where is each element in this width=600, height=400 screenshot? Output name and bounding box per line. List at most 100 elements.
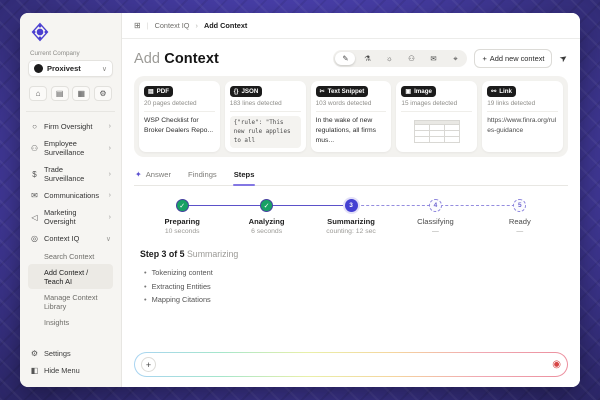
context-iq-icon: ◎	[30, 234, 39, 243]
mode-segmented-control: ✎ ⚗ ☼ ⚇ ✉ ⌖	[333, 50, 467, 67]
page-header: Add Context ✎ ⚗ ☼ ⚇ ✉ ⌖ + Add new contex…	[122, 39, 580, 76]
chat-input[interactable]	[161, 360, 547, 369]
list-item-text: Extracting Entities	[152, 282, 211, 291]
sidebar-item-communications[interactable]: ✉ Communications ›	[28, 187, 113, 204]
detected-count: 103 words detected	[316, 100, 387, 112]
sidebar-item-search-context[interactable]: Search Context	[28, 248, 113, 264]
company-label: Current Company	[30, 50, 113, 57]
braces-icon: {}	[234, 89, 239, 95]
mode-pen-button[interactable]: ✎	[335, 52, 355, 65]
context-iq-subnav: Search Context Add Context / Teach AI Ma…	[28, 248, 113, 330]
firm-oversight-icon: ○	[30, 122, 39, 131]
check-icon: ✓	[260, 199, 273, 212]
mode-move-button[interactable]: ⌖	[445, 52, 465, 65]
sidebar-item-context-iq[interactable]: ◎ Context IQ ∨	[28, 230, 113, 247]
sidebar-item-add-context[interactable]: Add Context / Teach AI	[28, 264, 113, 289]
home-button[interactable]: ⌂	[29, 86, 47, 101]
tab-answer[interactable]: ✦ Answer	[134, 166, 172, 185]
move-icon: ⌖	[453, 54, 457, 64]
progress-stepper: ✓ Preparing 10 seconds ✓ Analyzing 6 sec…	[140, 199, 562, 235]
list-item: • Extracting Entities	[144, 282, 562, 291]
chat-icon: ✉	[430, 54, 436, 63]
step-label: Ready	[478, 217, 562, 226]
card-image[interactable]: ▣ Image 15 images detected	[396, 81, 477, 152]
tab-findings[interactable]: Findings	[187, 166, 218, 185]
badge-label: JSON	[241, 88, 258, 95]
page-title-main: Context	[164, 51, 219, 67]
mode-microscope-button[interactable]: ⚗	[357, 52, 377, 65]
sidebar-item-settings[interactable]: ⚙ Settings	[28, 345, 113, 362]
card-json[interactable]: {} JSON 183 lines detected {"rule": "Thi…	[225, 81, 306, 152]
step-duration: counting: 12 sec	[309, 228, 393, 235]
company-name: Proxivest	[47, 64, 98, 73]
company-selector[interactable]: Proxivest ∨	[28, 60, 113, 77]
step-number: 3	[345, 199, 358, 212]
tab-label: Steps	[234, 170, 255, 179]
sidebar-item-employee-surveillance[interactable]: ⚇ Employee Surveillance ›	[28, 135, 113, 161]
card-text-snippet[interactable]: ✂ Text Snippet 103 words detected In the…	[311, 81, 392, 152]
gear-icon: ⚙	[99, 89, 106, 98]
step-detail-number: Step 3 of 5	[140, 249, 184, 259]
chevron-right-icon: ›	[109, 214, 111, 221]
send-icon[interactable]: ➤	[558, 52, 570, 65]
card-pdf[interactable]: ▤ PDF 20 pages detected WSP Checklist fo…	[139, 81, 220, 152]
list-item-text: Mapping Citations	[152, 295, 211, 304]
sidebar-item-label: Trade Surveillance	[44, 165, 104, 183]
divider: |	[147, 21, 149, 30]
attach-button[interactable]: +	[141, 357, 156, 372]
plus-icon: +	[146, 360, 151, 370]
step-number: 5	[513, 199, 526, 212]
step-label: Analyzing	[224, 217, 308, 226]
sidebar-item-firm-oversight[interactable]: ○ Firm Oversight ›	[28, 118, 113, 135]
card-preview: WSP Checklist for Broker Dealers Repo...	[144, 116, 215, 148]
snippet-icon: ✂	[320, 88, 325, 95]
grid-icon[interactable]: ⊞	[134, 21, 141, 30]
detected-count: 19 links detected	[487, 100, 558, 112]
sidebar-item-manage-context-library[interactable]: Manage Context Library	[28, 289, 113, 314]
image-thumbnail	[414, 120, 460, 143]
app-window: Current Company Proxivest ∨ ⌂ ▤ ▦ ⚙ ○ Fi…	[20, 13, 580, 387]
list-item-text: Tokenizing content	[152, 268, 213, 277]
card-preview-link: https://www.finra.org/rules-guidance	[487, 116, 558, 136]
mode-chat-button[interactable]: ✉	[423, 52, 443, 65]
chevron-down-icon: ∨	[102, 65, 107, 73]
breadcrumb-section[interactable]: Context IQ	[155, 21, 190, 30]
megaphone-icon: ◁	[30, 213, 39, 222]
add-new-context-button[interactable]: + Add new context	[474, 49, 552, 68]
sidebar-item-label: Communications	[44, 191, 104, 200]
tab-steps[interactable]: Steps	[233, 166, 256, 185]
mode-robot-button[interactable]: ⚇	[401, 52, 421, 65]
briefcase-button[interactable]: ▤	[51, 86, 69, 101]
record-icon[interactable]: ◉	[552, 360, 561, 370]
chat-input-bar: + ◉	[134, 352, 568, 377]
page-title: Add Context	[134, 51, 326, 67]
mode-lightbulb-button[interactable]: ☼	[379, 52, 399, 65]
badge-label: Link	[499, 88, 512, 95]
home-icon: ⌂	[36, 89, 41, 98]
hide-menu-icon: ◧	[30, 366, 39, 375]
lightbulb-icon: ☼	[386, 54, 393, 63]
detection-cards-panel: ▤ PDF 20 pages detected WSP Checklist fo…	[134, 76, 568, 157]
detected-count: 183 lines detected	[230, 100, 301, 112]
plus-icon: +	[482, 54, 486, 63]
check-icon: ✓	[176, 199, 189, 212]
step-duration: 6 seconds	[224, 228, 308, 235]
step-label: Classifying	[393, 217, 477, 226]
microscope-icon: ⚗	[364, 54, 371, 63]
library-button[interactable]: ▦	[72, 86, 90, 101]
sidebar-item-hide-menu[interactable]: ◧ Hide Menu	[28, 362, 113, 379]
step-label: Preparing	[140, 217, 224, 226]
sidebar-item-trade-surveillance[interactable]: $ Trade Surveillance ›	[28, 161, 113, 187]
link-icon: ⚯	[491, 88, 496, 95]
briefcase-icon: ▤	[56, 89, 64, 98]
image-badge: ▣ Image	[401, 86, 436, 97]
sidebar-item-label: Employee Surveillance	[44, 139, 104, 157]
sidebar-item-insights[interactable]: Insights	[28, 314, 113, 330]
card-link[interactable]: ⚯ Link 19 links detected https://www.fin…	[482, 81, 563, 152]
step-duration: —	[478, 228, 562, 235]
settings-button[interactable]: ⚙	[94, 86, 112, 101]
chat-icon: ✉	[30, 191, 39, 200]
result-tabs: ✦ Answer Findings Steps	[134, 166, 568, 186]
step-detail-subtitle: Summarizing	[187, 249, 238, 259]
sidebar-item-marketing-oversight[interactable]: ◁ Marketing Oversight ›	[28, 204, 113, 230]
